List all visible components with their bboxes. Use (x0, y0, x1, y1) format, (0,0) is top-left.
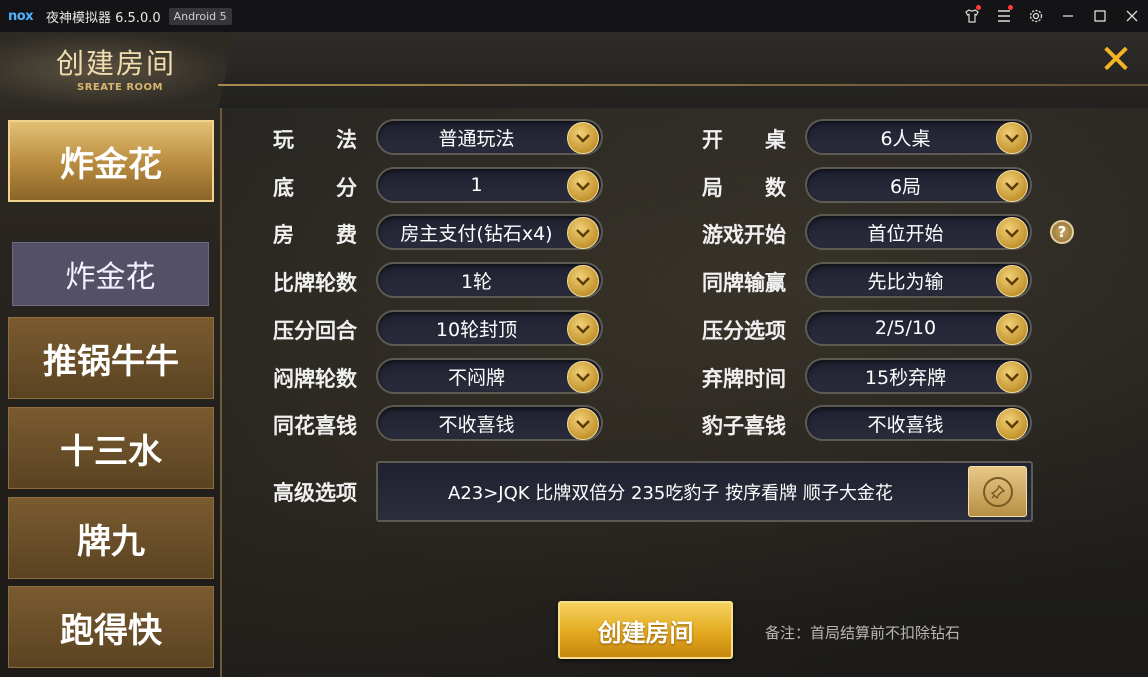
header-divider (218, 84, 1148, 86)
select-gameplay[interactable]: 普通玩法 (376, 119, 603, 155)
select-room-fee[interactable]: 房主支付(钻石x4) (376, 214, 603, 250)
label-base-score: 底 分 (273, 176, 357, 200)
select-round-count[interactable]: 6局 (805, 167, 1032, 203)
game-screen: 创建房间 SREATE ROOM ✕ 炸金花 炸金花 推锅牛牛 十三水 牌九 跑… (0, 32, 1148, 677)
maximize-icon[interactable] (1084, 0, 1116, 32)
chevron-down-icon[interactable] (996, 265, 1028, 297)
chevron-down-icon[interactable] (996, 408, 1028, 440)
emulator-titlebar: nox 夜神模拟器 6.5.0.0 Android 5 (0, 0, 1148, 32)
select-table-size[interactable]: 6人桌 (805, 119, 1032, 155)
chevron-down-icon[interactable] (567, 408, 599, 440)
page-subtitle: SREATE ROOM (77, 82, 163, 93)
diamond-note: 备注：首局结算前不扣除钻石 (765, 624, 961, 642)
close-icon[interactable] (1116, 0, 1148, 32)
chevron-down-icon[interactable] (567, 122, 599, 154)
label-table-size: 开 桌 (702, 128, 786, 152)
chevron-down-icon[interactable] (567, 361, 599, 393)
select-compare-rounds[interactable]: 1轮 (376, 262, 603, 298)
select-blind-rounds[interactable]: 不闷牌 (376, 358, 603, 394)
shirt-icon[interactable] (956, 0, 988, 32)
chevron-down-icon[interactable] (996, 122, 1028, 154)
label-room-fee: 房 费 (273, 223, 357, 247)
gear-icon[interactable] (1020, 0, 1052, 32)
sidebar-tab-paodekuai[interactable]: 跑得快 (8, 586, 214, 668)
chevron-down-icon[interactable] (996, 170, 1028, 202)
label-bet-options: 压分选项 (702, 319, 786, 343)
chevron-down-icon[interactable] (567, 217, 599, 249)
select-fold-time[interactable]: 15秒弃牌 (805, 358, 1032, 394)
select-flush-bonus[interactable]: 不收喜钱 (376, 405, 603, 441)
chevron-down-icon[interactable] (567, 313, 599, 345)
label-round-count: 局 数 (702, 176, 786, 200)
page-title: 创建房间 (56, 47, 177, 80)
select-tie-rule[interactable]: 先比为输 (805, 262, 1032, 298)
sidebar-tab-shisanshui[interactable]: 十三水 (8, 407, 214, 489)
label-blind-rounds: 闷牌轮数 (273, 367, 357, 391)
advanced-options-value: A23>JQK 比牌双倍分 235吃豹子 按序看牌 顺子大金花 (448, 483, 893, 504)
label-tie-rule: 同牌输赢 (702, 271, 786, 295)
notification-dot (976, 5, 981, 10)
label-triple-bonus: 豹子喜钱 (702, 414, 786, 438)
label-game-start: 游戏开始 (702, 223, 786, 247)
help-icon[interactable]: ? (1050, 220, 1074, 244)
close-room-button[interactable]: ✕ (1098, 40, 1134, 80)
nox-logo: nox (8, 8, 34, 24)
sidebar-subtab-zhajinhua[interactable]: 炸金花 (12, 242, 209, 306)
label-gameplay: 玩 法 (273, 128, 357, 152)
menu-icon[interactable] (988, 0, 1020, 32)
select-game-start[interactable]: 首位开始 (805, 214, 1032, 250)
edit-advanced-button[interactable] (968, 466, 1027, 517)
chevron-down-icon[interactable] (996, 217, 1028, 249)
label-fold-time: 弃牌时间 (702, 367, 786, 391)
chevron-down-icon[interactable] (567, 170, 599, 202)
android-version-badge: Android 5 (168, 7, 232, 25)
advanced-options-box[interactable]: A23>JQK 比牌双倍分 235吃豹子 按序看牌 顺子大金花 (376, 461, 1033, 522)
sidebar-tab-tuiguo-niuniu[interactable]: 推锅牛牛 (8, 317, 214, 399)
label-bet-rounds: 压分回合 (273, 319, 357, 343)
minimize-icon[interactable] (1052, 0, 1084, 32)
select-base-score[interactable]: 1 (376, 167, 603, 203)
game-sidebar: 炸金花 炸金花 推锅牛牛 十三水 牌九 跑得快 (0, 108, 222, 677)
create-room-button[interactable]: 创建房间 (558, 601, 733, 659)
select-triple-bonus[interactable]: 不收喜钱 (805, 405, 1032, 441)
select-bet-options[interactable]: 2/5/10 (805, 310, 1032, 346)
sidebar-tab-zhajinhua[interactable]: 炸金花 (8, 120, 214, 202)
notification-dot (1008, 5, 1013, 10)
chevron-down-icon[interactable] (996, 361, 1028, 393)
label-advanced-options: 高级选项 (273, 481, 357, 505)
sidebar-tab-paijiu[interactable]: 牌九 (8, 497, 214, 579)
label-compare-rounds: 比牌轮数 (273, 271, 357, 295)
chevron-down-icon[interactable] (996, 313, 1028, 345)
chevron-down-icon[interactable] (567, 265, 599, 297)
label-flush-bonus: 同花喜钱 (273, 414, 357, 438)
select-bet-rounds[interactable]: 10轮封顶 (376, 310, 603, 346)
app-title: 夜神模拟器 6.5.0.0 (46, 10, 161, 26)
pin-icon (982, 476, 1013, 507)
